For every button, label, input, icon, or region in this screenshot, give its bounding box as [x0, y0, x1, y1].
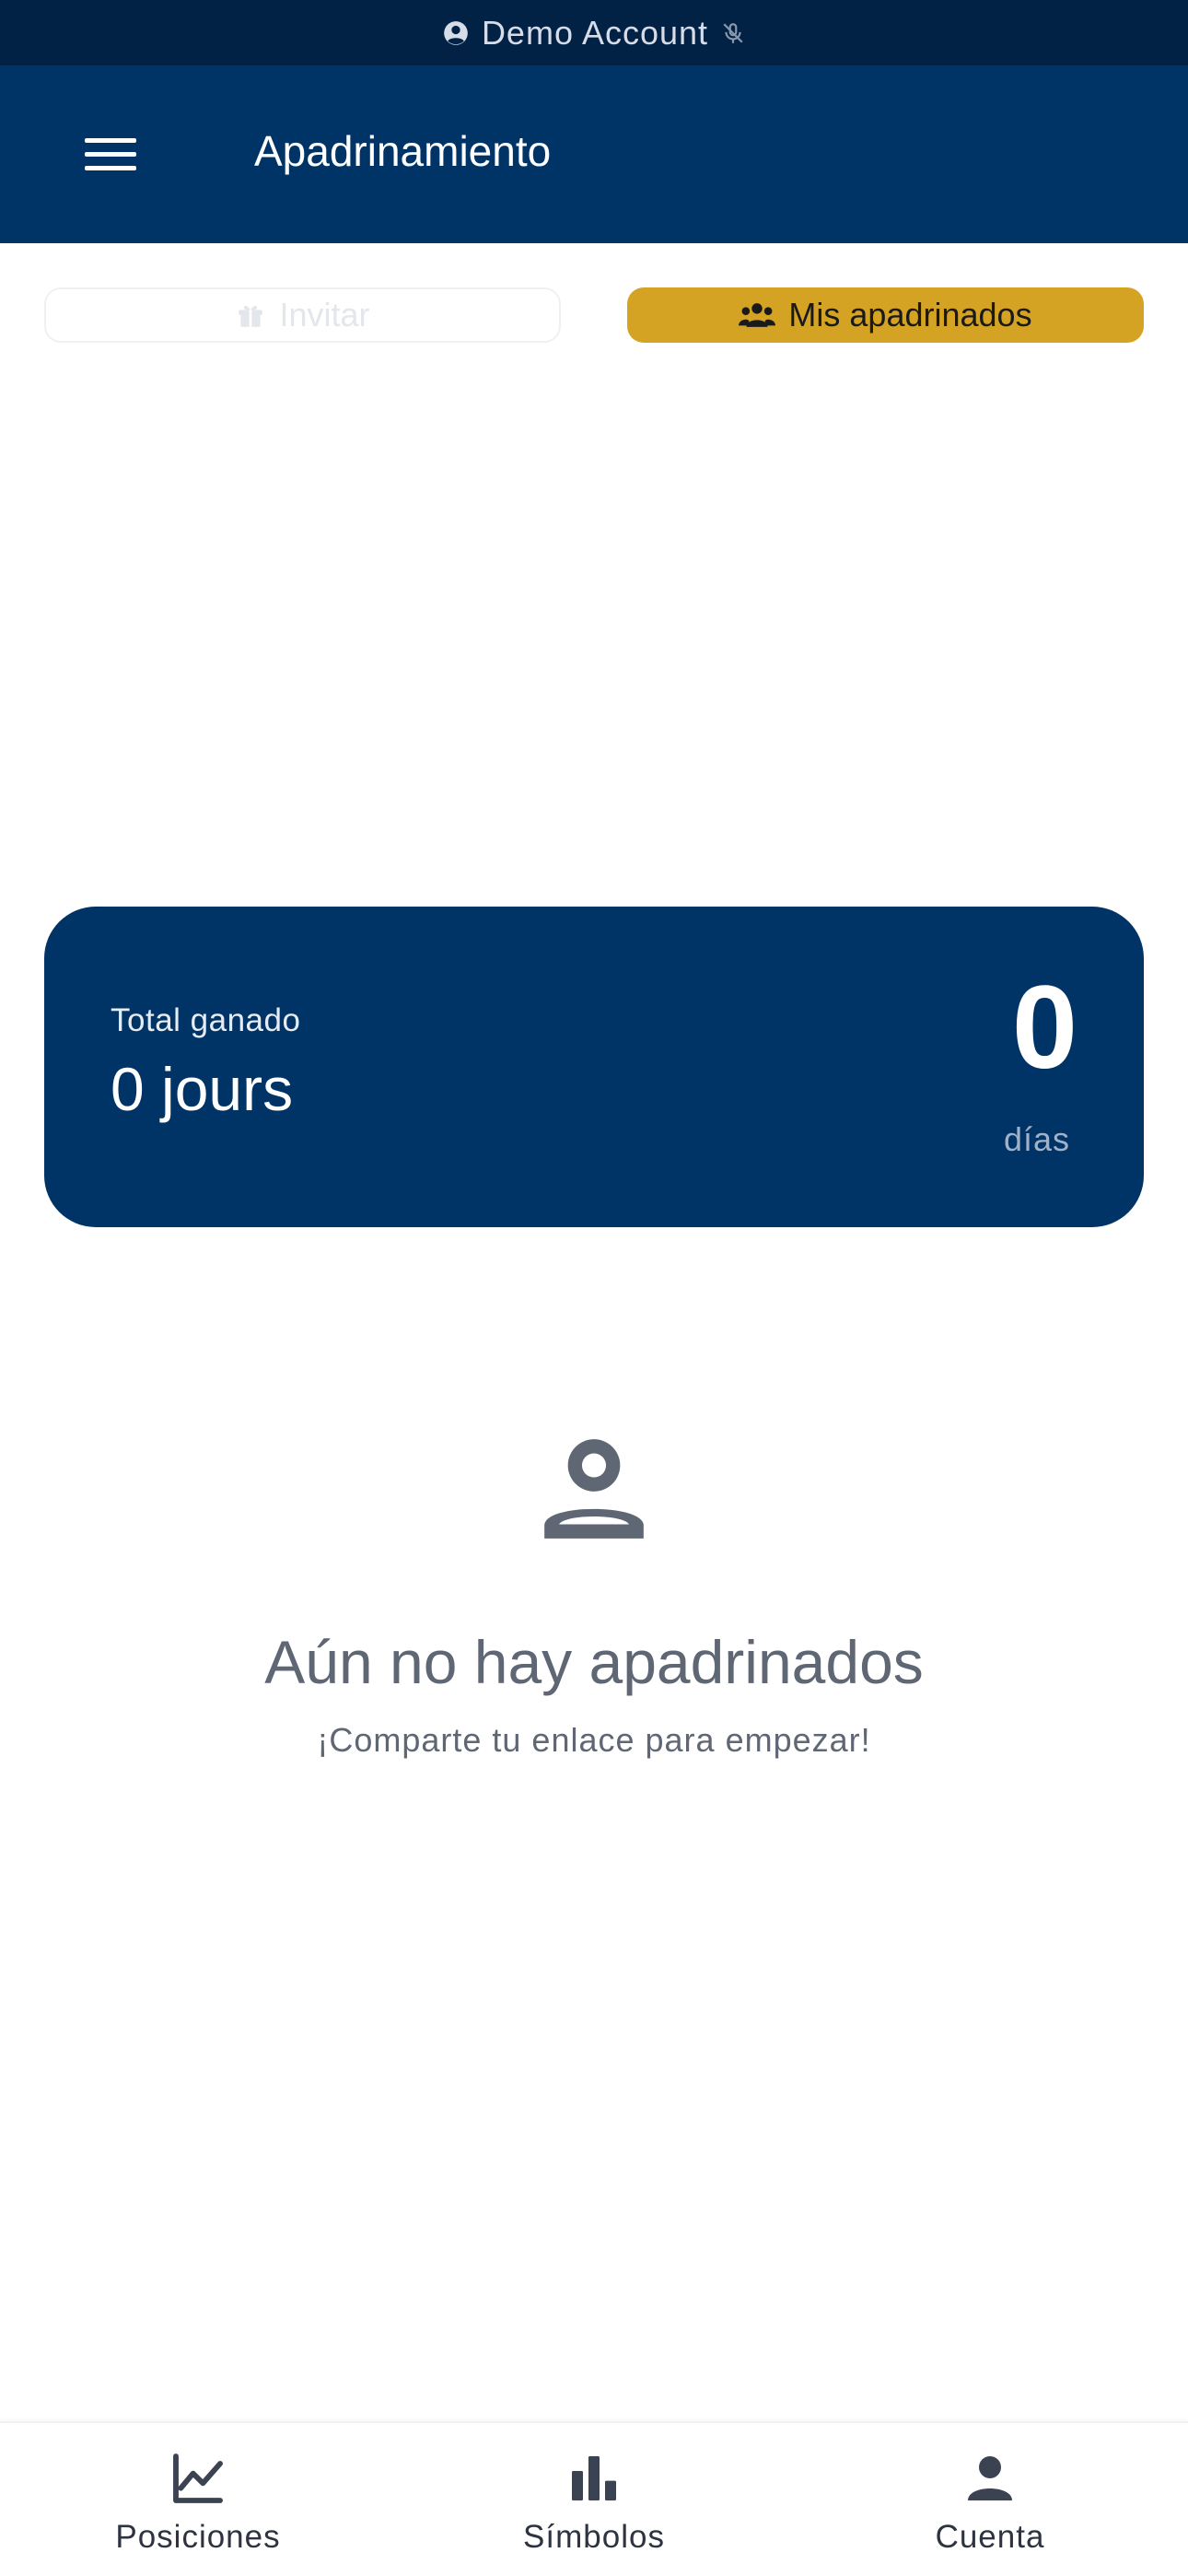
tab-invitar-label: Invitar — [279, 296, 370, 334]
referral-tabs: Invitar Mis apadrinados — [44, 287, 1144, 343]
page-title: Apadrinamiento — [254, 127, 552, 175]
nav-cuenta-label: Cuenta — [935, 2519, 1045, 2555]
empty-state-subtitle: ¡Comparte tu enlace para empezar! — [317, 1721, 871, 1759]
tab-invitar[interactable]: Invitar — [44, 287, 561, 343]
demo-account-bar: Demo Account — [0, 0, 1188, 65]
nav-cuenta[interactable]: Cuenta — [852, 2423, 1128, 2576]
app-header: Apadrinamiento — [0, 65, 1188, 243]
person-icon — [968, 2456, 1012, 2500]
user-circle-icon — [444, 20, 468, 45]
empty-state: Aún no hay apadrinados ¡Comparte tu enla… — [0, 1426, 1188, 1760]
bar-chart-icon — [572, 2456, 616, 2500]
nav-simbolos-label: Símbolos — [523, 2519, 665, 2555]
tab-mis-apadrinados[interactable]: Mis apadrinados — [627, 287, 1144, 343]
days-label: días — [1003, 1120, 1070, 1158]
total-earned-card: Total ganado 0 jours 0 días — [44, 907, 1144, 1227]
total-earned-value: 0 jours — [111, 1055, 294, 1123]
account-label: Demo Account — [481, 13, 709, 52]
bottom-navigation: Posiciones Símbolos Cuenta — [0, 2421, 1188, 2576]
days-count: 0 — [1011, 962, 1077, 1094]
nav-posiciones[interactable]: Posiciones — [60, 2423, 336, 2576]
hamburger-menu-icon[interactable] — [74, 133, 147, 177]
users-icon — [739, 303, 776, 327]
nav-simbolos[interactable]: Símbolos — [456, 2423, 732, 2576]
tab-mis-apadrinados-label: Mis apadrinados — [788, 296, 1032, 334]
gift-icon — [239, 306, 263, 327]
person-icon — [544, 1439, 644, 1539]
line-chart-icon — [173, 2453, 223, 2503]
nav-posiciones-label: Posiciones — [115, 2519, 281, 2555]
total-earned-label: Total ganado — [111, 1002, 301, 1038]
mic-off-icon — [723, 22, 743, 43]
empty-state-title: Aún no hay apadrinados — [264, 1628, 924, 1696]
